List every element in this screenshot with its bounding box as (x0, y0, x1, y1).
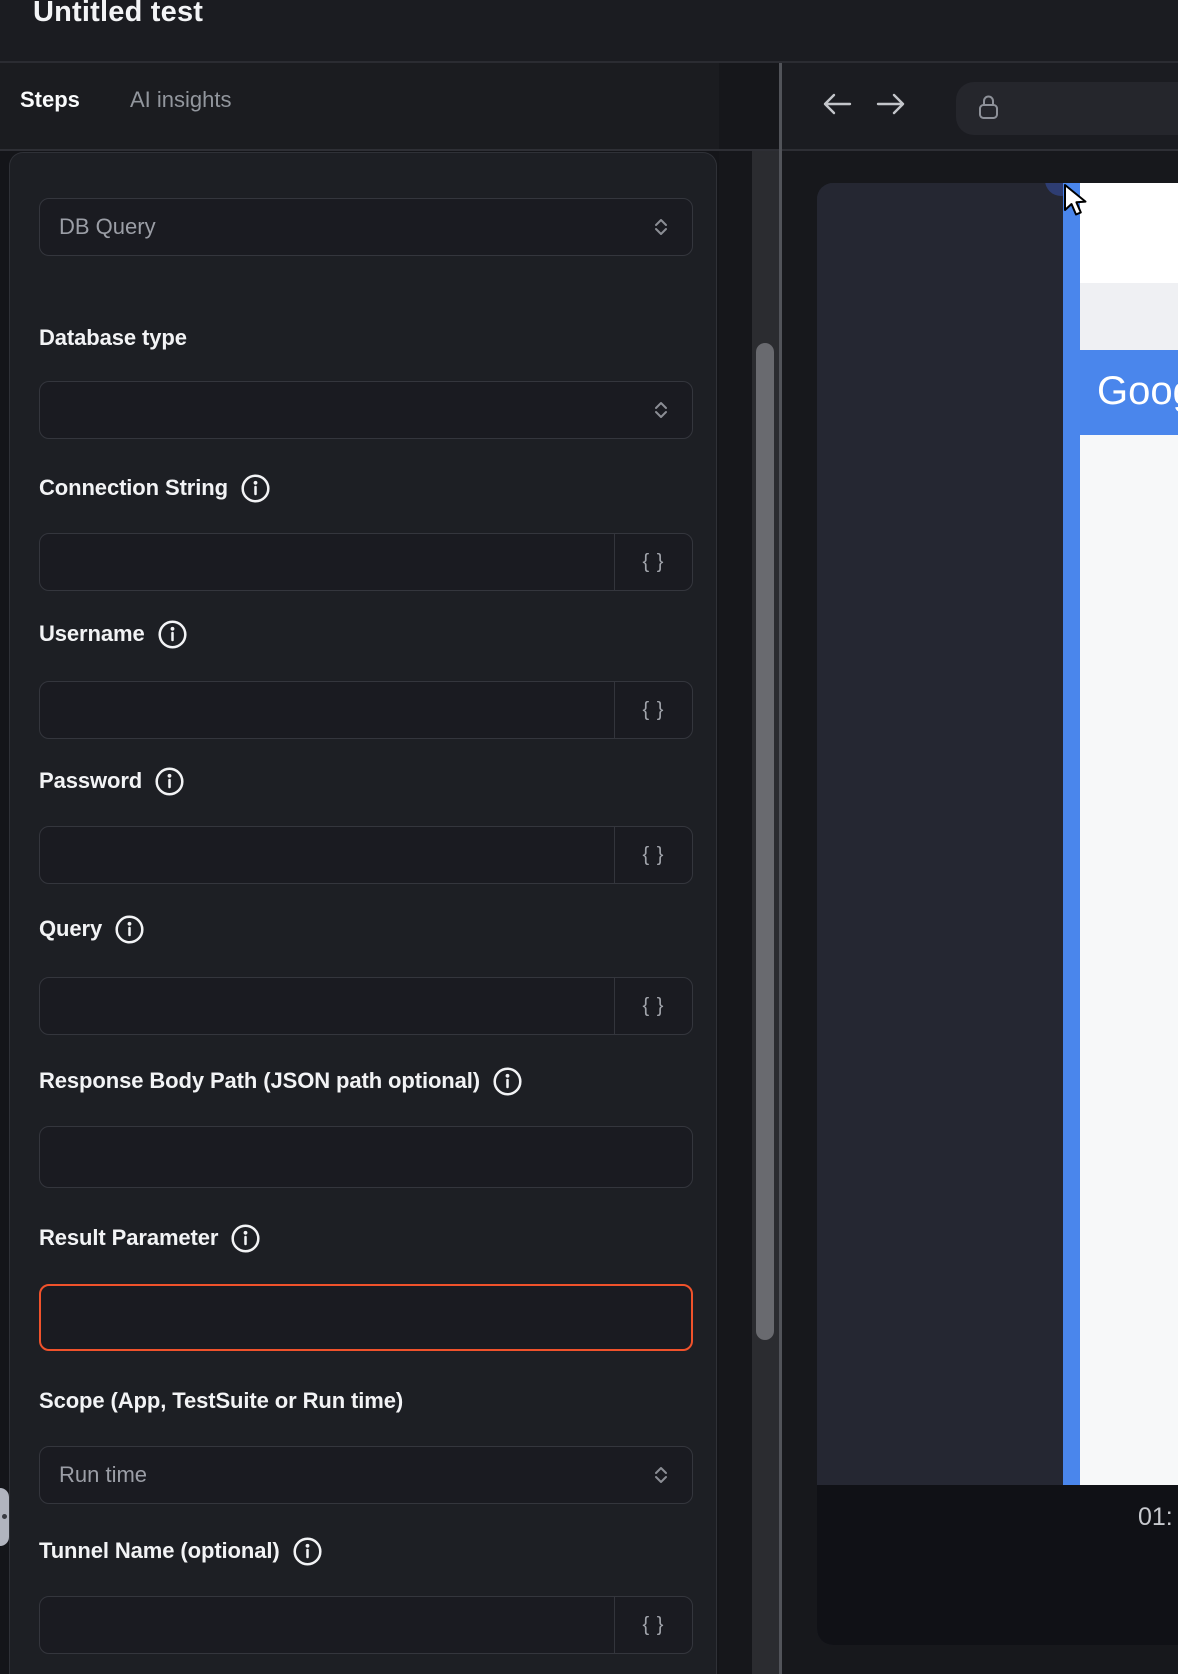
lock-icon (977, 92, 1000, 124)
chevron-updown-icon (650, 399, 672, 421)
info-icon[interactable] (230, 1223, 261, 1254)
page-gray-band (1080, 283, 1178, 350)
action-select[interactable]: DB Query (39, 198, 693, 256)
app-window: Untitled test Steps AI insights DB Query (0, 0, 1178, 1674)
info-icon[interactable] (492, 1066, 523, 1097)
result-parameter-label: Result Parameter (39, 1221, 261, 1255)
tunnel-name-input[interactable]: { } (39, 1596, 693, 1654)
insert-variable-button[interactable]: { } (614, 1597, 692, 1653)
preview-viewport[interactable]: Goog (817, 183, 1178, 1485)
password-input[interactable]: { } (39, 826, 693, 884)
tab-ai-insights[interactable]: AI insights (130, 87, 232, 113)
insert-variable-button[interactable]: { } (614, 827, 692, 883)
insert-variable-button[interactable]: { } (614, 534, 692, 590)
scrollbar-track[interactable] (752, 151, 779, 1674)
edge-drag-handle[interactable] (0, 1488, 9, 1546)
back-arrow-icon[interactable] (820, 90, 852, 118)
tunnel-name-label: Tunnel Name (optional) (39, 1534, 323, 1568)
info-icon[interactable] (157, 619, 188, 650)
mouse-cursor-icon (1061, 183, 1095, 221)
page-heading-text: Goog (1080, 350, 1178, 432)
page-title: Untitled test (33, 0, 203, 29)
password-label: Password (39, 764, 185, 798)
scope-label: Scope (App, TestSuite or Run time) (39, 1384, 403, 1418)
handle-dot-icon (2, 1514, 7, 1519)
info-icon[interactable] (292, 1536, 323, 1567)
page-light-section (1080, 435, 1178, 1485)
tab-steps[interactable]: Steps (20, 87, 80, 113)
forward-arrow-icon[interactable] (876, 90, 908, 118)
info-icon[interactable] (154, 766, 185, 797)
step-details-card: DB Query Database type Connection String… (9, 152, 717, 1674)
info-icon[interactable] (114, 914, 145, 945)
page-blue-banner: Goog (1080, 350, 1178, 435)
address-bar[interactable] (956, 82, 1178, 135)
insert-variable-button[interactable]: { } (614, 978, 692, 1034)
page-blue-stripe (1063, 183, 1080, 1485)
action-select-value: DB Query (40, 199, 692, 254)
username-label: Username (39, 617, 188, 651)
response-body-path-input[interactable] (39, 1126, 693, 1188)
browser-preview-card: Goog 01: (817, 183, 1178, 1645)
response-body-path-label: Response Body Path (JSON path optional) (39, 1064, 523, 1098)
preview-timeline-bar: 01: (817, 1485, 1178, 1645)
scope-select-value: Run time (40, 1447, 692, 1502)
scope-select[interactable]: Run time (39, 1446, 693, 1504)
username-input[interactable]: { } (39, 681, 693, 739)
info-icon[interactable] (240, 473, 271, 504)
result-parameter-input[interactable] (39, 1284, 693, 1351)
panel-gutter (719, 151, 752, 1674)
database-type-label: Database type (39, 321, 187, 355)
header: Untitled test (0, 0, 1178, 62)
scrollbar-thumb[interactable] (756, 343, 774, 1340)
panel-gap (719, 63, 779, 149)
tab-bar: Steps AI insights (0, 63, 719, 149)
connection-string-input[interactable]: { } (39, 533, 693, 591)
query-label: Query (39, 912, 145, 946)
connection-string-label: Connection String (39, 471, 271, 505)
insert-variable-button[interactable]: { } (614, 682, 692, 738)
chevron-updown-icon (650, 1464, 672, 1486)
query-input[interactable]: { } (39, 977, 693, 1035)
chevron-updown-icon (650, 216, 672, 238)
database-type-select[interactable] (39, 381, 693, 439)
browser-toolbar (781, 63, 1178, 149)
timeline-time: 01: (1138, 1503, 1173, 1532)
